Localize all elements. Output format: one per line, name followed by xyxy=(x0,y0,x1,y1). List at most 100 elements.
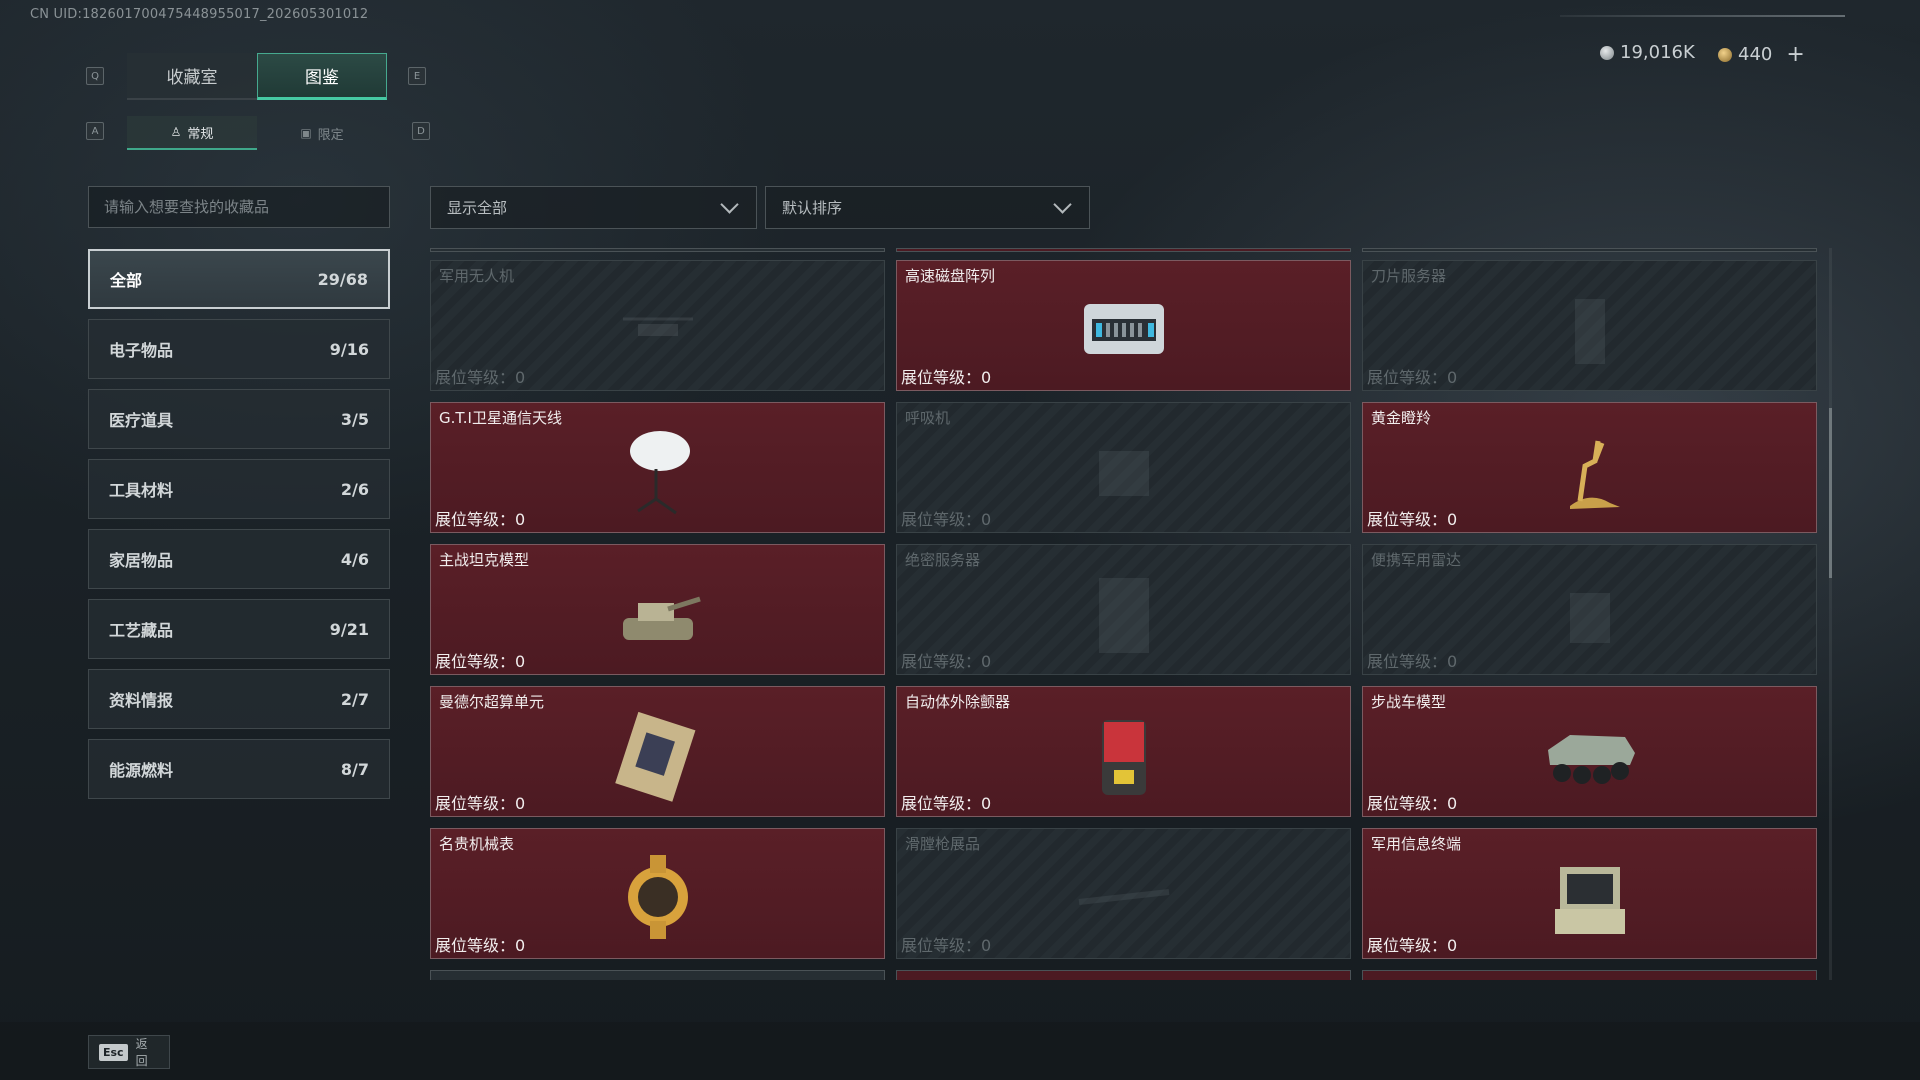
collection-item-card[interactable]: G.T.I卫星通信天线 展位等级：0 xyxy=(430,402,885,533)
subtab-regular[interactable]: ♙ 常规 xyxy=(127,116,257,150)
item-name: 刀片服务器 xyxy=(1371,267,1447,285)
collection-item-card[interactable]: 刀片服务器展位等级：0 xyxy=(1362,260,1817,391)
golden-gazelle-icon xyxy=(1570,440,1620,509)
main-tabs: 收藏室 图鉴 xyxy=(127,53,387,100)
item-name: 主战坦克模型 xyxy=(439,551,530,569)
musket-icon xyxy=(1078,889,1170,905)
collection-item-card-partial[interactable] xyxy=(896,970,1351,980)
player-uid: CN UID:182601700475448955017_20260530101… xyxy=(30,7,369,22)
item-name: 步战车模型 xyxy=(1371,693,1447,711)
item-name: 军用信息终端 xyxy=(1371,835,1462,853)
watch-icon xyxy=(628,855,688,939)
item-name: 自动体外除颤器 xyxy=(905,693,1011,711)
chevron-down-icon xyxy=(720,194,739,214)
display-level: 展位等级：0 xyxy=(901,936,992,955)
grid-scrollbar[interactable] xyxy=(1829,248,1832,980)
category-count: 4/6 xyxy=(340,549,369,569)
category-count: 29/68 xyxy=(317,269,368,289)
item-name: 高速磁盘阵列 xyxy=(905,267,996,285)
filter-dropdown-value: 显示全部 xyxy=(447,199,508,217)
limited-icon: ▣ xyxy=(300,126,312,140)
subtab-limited[interactable]: ▣ 限定 xyxy=(257,116,387,150)
collection-item-card[interactable]: 军用无人机 展位等级：0 xyxy=(430,260,885,391)
item-name: 绝密服务器 xyxy=(905,551,981,569)
collection-item-card[interactable]: 黄金瞪羚 展位等级：0 xyxy=(1362,402,1817,533)
item-grid: 军用无人机 展位等级：0 高速磁盘阵列 展位等级：0 刀片服务器 展位等级：0 G.T.I卫… xyxy=(430,248,1819,980)
category-tools[interactable]: 工具材料 2/6 xyxy=(88,459,390,519)
collection-item-card[interactable]: 曼德尔超算单元展位等级：0 xyxy=(430,686,885,817)
tank-model-icon xyxy=(623,596,701,640)
category-medical[interactable]: 医疗道具 3/5 xyxy=(88,389,390,449)
drone-icon xyxy=(623,317,693,336)
collection-item-card[interactable]: 主战坦克模型 展位等级：0 xyxy=(430,544,885,675)
key-hint-prev-tab: Q xyxy=(86,67,104,85)
gold-currency[interactable]: 440 + xyxy=(1718,42,1805,67)
category-count: 2/7 xyxy=(340,689,369,709)
collection-item-card[interactable]: 绝密服务器展位等级：0 xyxy=(896,544,1351,675)
tab-catalog[interactable]: 图鉴 xyxy=(257,53,387,100)
item-name: 滑膛枪展品 xyxy=(905,835,981,853)
category-label: 医疗道具 xyxy=(109,411,174,430)
grid-top-edge xyxy=(1362,248,1817,252)
collection-item-card[interactable]: 军用信息终端展位等级：0 xyxy=(1362,828,1817,959)
display-level: 展位等级：0 xyxy=(1367,510,1458,529)
collection-item-card[interactable]: 步战车模型 展位等级：0 xyxy=(1362,686,1817,817)
satellite-dish-icon xyxy=(630,431,690,515)
gold-coin-icon xyxy=(1718,47,1732,62)
category-label: 能源燃料 xyxy=(109,761,174,780)
item-name: G.T.I卫星通信天线 xyxy=(439,409,562,427)
collection-item-card-partial[interactable] xyxy=(430,970,885,980)
display-level: 展位等级：0 xyxy=(901,652,992,671)
display-level: 展位等级：0 xyxy=(435,794,526,813)
display-level: 展位等级：0 xyxy=(1367,936,1458,955)
collection-item-card[interactable]: 滑膛枪展品展位等级：0 xyxy=(896,828,1351,959)
chevron-down-icon xyxy=(1053,194,1072,214)
tab-collection-room[interactable]: 收藏室 xyxy=(127,53,257,100)
cpu-unit-icon xyxy=(615,711,696,802)
silver-coin-icon xyxy=(1600,45,1614,60)
category-count: 9/16 xyxy=(329,339,369,359)
top-divider xyxy=(1560,15,1845,17)
display-level: 展位等级：0 xyxy=(901,368,992,387)
category-household[interactable]: 家居物品 4/6 xyxy=(88,529,390,589)
silver-currency: 19,016K xyxy=(1600,42,1695,63)
display-level: 展位等级：0 xyxy=(1367,368,1458,387)
category-crafts[interactable]: 工艺藏品 9/21 xyxy=(88,599,390,659)
defibrillator-icon xyxy=(1102,720,1146,795)
silver-amount: 19,016K xyxy=(1620,42,1695,63)
collection-item-card[interactable]: 名贵机械表 展位等级：0 xyxy=(430,828,885,959)
category-energy[interactable]: 能源燃料 8/7 xyxy=(88,739,390,799)
category-label: 工具材料 xyxy=(109,481,174,500)
search-input[interactable] xyxy=(104,198,374,216)
scrollbar-thumb[interactable] xyxy=(1829,408,1832,578)
terminal-icon xyxy=(1555,867,1625,934)
back-label: 返回 xyxy=(135,1037,148,1068)
add-currency-button[interactable]: + xyxy=(1786,42,1804,67)
search-box xyxy=(88,186,390,228)
category-all[interactable]: 全部 29/68 xyxy=(88,249,390,309)
filter-dropdown[interactable]: 显示全部 xyxy=(430,186,757,229)
display-level: 展位等级：0 xyxy=(901,510,992,529)
footer-bar xyxy=(0,1022,1920,1080)
category-electronics[interactable]: 电子物品 9/16 xyxy=(88,319,390,379)
category-label: 家居物品 xyxy=(109,551,174,570)
grid-top-edge xyxy=(430,248,885,252)
item-name: 曼德尔超算单元 xyxy=(439,693,545,711)
secret-server-icon xyxy=(1099,578,1149,653)
collection-item-card[interactable]: 便携军用雷达 展位等级：0 xyxy=(1362,544,1817,675)
back-button[interactable]: Esc 返回 xyxy=(88,1035,170,1069)
collection-item-card-partial[interactable] xyxy=(1362,970,1817,980)
sort-dropdown[interactable]: 默认排序 xyxy=(765,186,1090,229)
category-count: 2/6 xyxy=(340,479,369,499)
sub-tabs: ♙ 常规 ▣ 限定 xyxy=(127,116,387,150)
collection-item-card[interactable]: 自动体外除颤器 展位等级：0 xyxy=(896,686,1351,817)
collection-item-card[interactable]: 呼吸机 展位等级：0 xyxy=(896,402,1351,533)
collection-item-card[interactable]: 高速磁盘阵列展位等级：0 xyxy=(896,260,1351,391)
gold-amount: 440 xyxy=(1738,44,1773,65)
category-intel[interactable]: 资料情报 2/7 xyxy=(88,669,390,729)
disk-array-icon xyxy=(1084,304,1164,354)
subtab-limited-label: 限定 xyxy=(317,127,344,143)
category-count: 3/5 xyxy=(340,409,369,429)
key-hint-next-tab: E xyxy=(408,67,426,85)
radar-icon xyxy=(1570,593,1610,643)
